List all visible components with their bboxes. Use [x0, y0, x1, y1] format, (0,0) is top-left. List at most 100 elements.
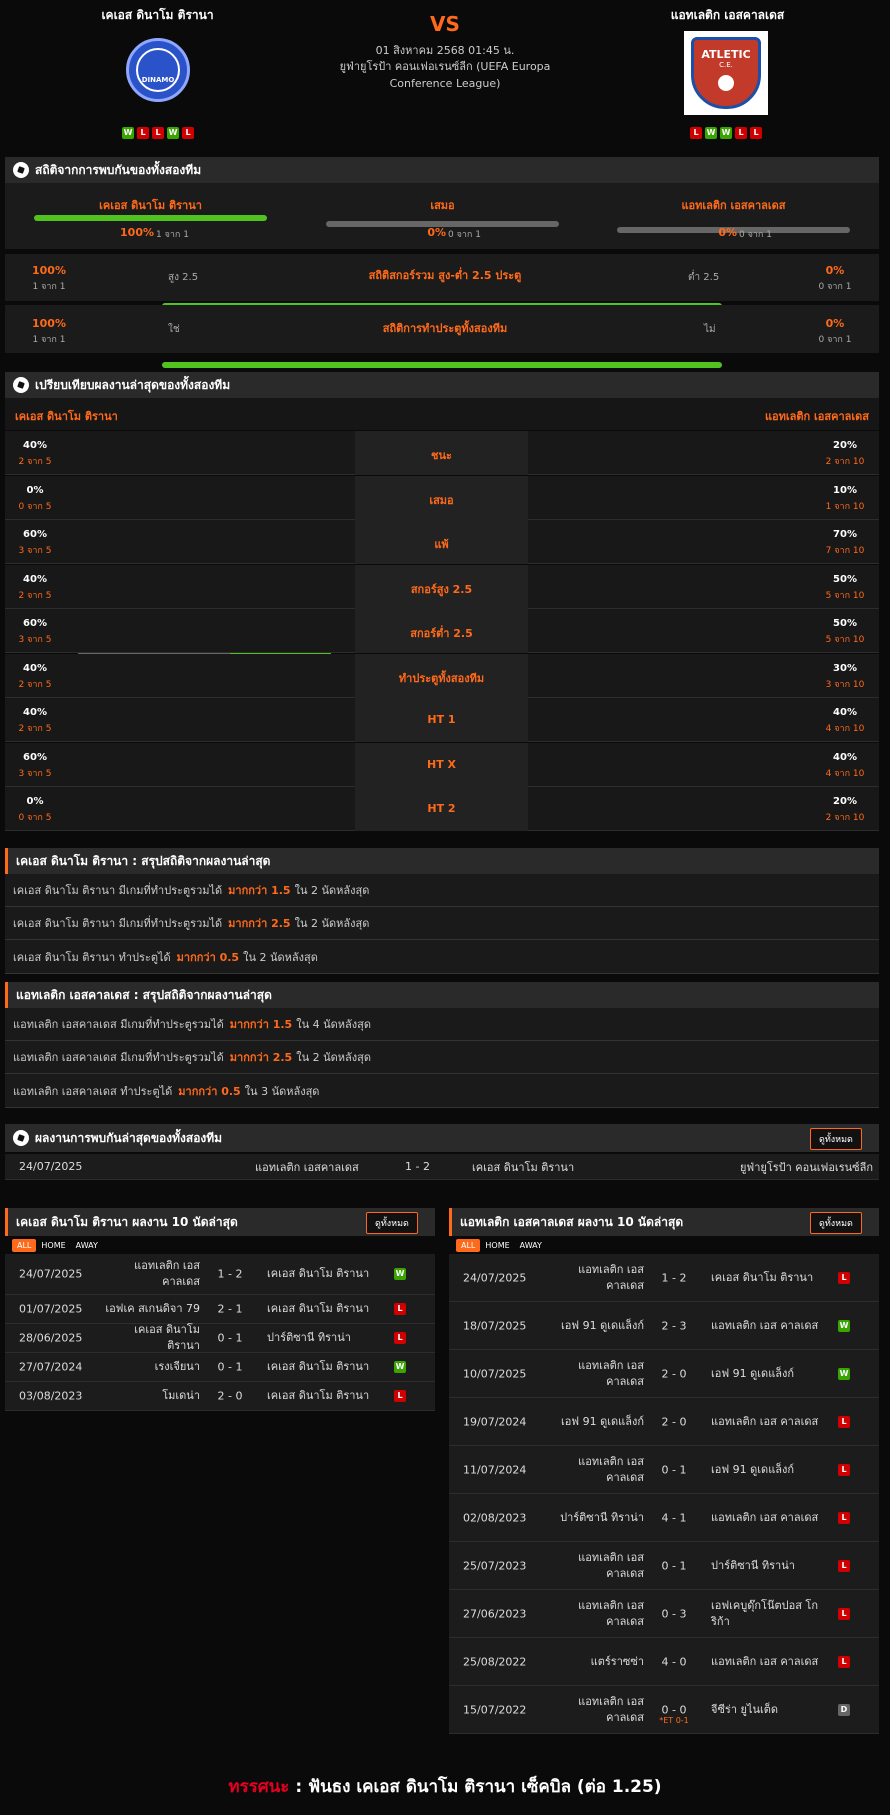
match-row[interactable]: 25/07/2023 แอทเลติก เอส คาลเดส 0 - 1 ปาร์ติ…: [449, 1542, 879, 1590]
form-badge: L: [750, 127, 762, 139]
h2h-view-all-button[interactable]: ดูทั้งหมด: [810, 1128, 862, 1150]
section-title: ผลงานการพบกันล่าสุดของทั้งสองทีม: [35, 1130, 223, 1145]
match-row[interactable]: 15/07/2022 แอทเลติก เอส คาลเดส 0 - 0 *ET 0-…: [449, 1686, 879, 1734]
match-row[interactable]: 25/08/2022 แตร์ราซซ่า 4 - 0 แอทเลติก เอส คา…: [449, 1638, 879, 1686]
match-score: 0 - 1: [661, 1559, 687, 1572]
match-score: 4 - 0: [661, 1655, 687, 1668]
match-row[interactable]: 11/07/2024 แอทเลติก เอส คาลเดส 0 - 1 เอฟ 91…: [449, 1446, 879, 1494]
match-home: แอทเลติก เอสคาลเดส: [255, 1160, 359, 1174]
match-away: เคเอส ดินาโม ติรานา: [267, 1267, 370, 1280]
tab-home[interactable]: HOME: [480, 1239, 514, 1252]
tab-all[interactable]: ALL: [12, 1239, 37, 1252]
match-home: เคเอส ดินาโม ติรานา: [134, 1323, 200, 1352]
match-row[interactable]: 24/07/2025 แอทเลติก เอส คาลเดส 1 - 2 เคเอส …: [5, 1254, 435, 1295]
away-team-name[interactable]: แอทเลติก เอสคาลเดส: [630, 6, 825, 25]
match-score: 2 - 0: [661, 1367, 687, 1380]
compare-home-pct: 60%: [23, 529, 47, 540]
match-row[interactable]: 10/07/2025 แอทเลติก เอส คาลเดส 2 - 0 เอฟ 91…: [449, 1350, 879, 1398]
match-score: 0 - 1: [217, 1331, 243, 1345]
match-row[interactable]: 18/07/2025 เอฟ 91 ดูเดแล็งก์ 2 - 3 แอทเลติก…: [449, 1302, 879, 1350]
h2h-stat-label: เสมอ: [430, 199, 455, 212]
match-away: เคเอส ดินาโม ติรานา: [711, 1270, 814, 1284]
match-date: 03/08/2023: [19, 1389, 83, 1403]
compare-label: ทำประตูทั้งสองทีม: [398, 671, 485, 685]
home-summary-header: เคเอส ดินาโม ติรานา : สรุปสถิติจากผลงานล…: [5, 848, 879, 874]
compare-away-sub: 3 จาก 10: [825, 679, 865, 690]
compare-home-sub: 0 จาก 5: [18, 501, 52, 512]
match-date: 28/06/2025: [19, 1331, 83, 1345]
match-home: เอฟ 91 ดูเดแล็งก์: [560, 1414, 644, 1428]
ou-right-label: ต่ำ 2.5: [688, 272, 720, 283]
result-badge: W: [394, 1268, 406, 1280]
match-row[interactable]: 24/07/2025 แอทเลติก เอส คาลเดส 1 - 2 เคเอส …: [449, 1254, 879, 1302]
match-row[interactable]: 19/07/2024 เอฟ 91 ดูเดแล็งก์ 2 - 0 แอทเลติก…: [449, 1398, 879, 1446]
compare-away-sub: 2 จาก 10: [825, 813, 865, 823]
h2h-result-row[interactable]: 24/07/2025 แอทเลติก เอสคาลเดส 1 - 2 เคเอ…: [5, 1154, 879, 1180]
match-row[interactable]: 27/06/2023 แอทเลติก เอส คาลเดส 0 - 3 เอฟเคบ…: [449, 1590, 879, 1638]
compare-away-pct: 30%: [833, 662, 857, 674]
tab-home[interactable]: HOME: [36, 1239, 70, 1252]
compare-away-pct: 70%: [833, 529, 857, 540]
match-score: 2 - 0: [661, 1415, 687, 1428]
compare-away-sub: 4 จาก 10: [825, 768, 865, 779]
compare-away-pct: 50%: [833, 573, 857, 585]
compare-home-sub: 2 จาก 5: [18, 590, 52, 601]
compare-home-sub: 3 จาก 5: [18, 768, 52, 779]
away-last-view-all-button[interactable]: ดูทั้งหมด: [810, 1212, 862, 1234]
result-badge: L: [838, 1415, 850, 1428]
compare-home-pct: 40%: [23, 707, 47, 718]
home-form-badges: WLLWL: [118, 127, 198, 139]
match-row[interactable]: 27/07/2024 เรงเจียนา 0 - 1 เคเอส ดินาโม ติร…: [5, 1353, 435, 1382]
ou-left-pct: 100%: [32, 264, 66, 277]
home-team-name[interactable]: เคเอส ดินาโม ติรานา: [60, 6, 255, 25]
prediction-tip: ทรรศนะ : ฟันธง เคเอส ดินาโม ติรานา เซ็คบ…: [0, 1773, 890, 1800]
result-badge: L: [838, 1655, 850, 1668]
compare-label: สกอร์ต่ำ 2.5: [410, 627, 473, 640]
match-away: เอฟ 91 ดูเดแล็งก์: [711, 1366, 795, 1380]
section-title: แอทเลติก เอสคาลเดส ผลงาน 10 นัดล่าสุด: [460, 1214, 684, 1229]
summary-text: แอทเลติก เอสคาลเดส มีเกมที่ทำประตูรวมได้: [13, 1018, 224, 1031]
match-home: ปาร์ติซานี ทิราน่า: [560, 1510, 644, 1524]
match-home: เอฟ 91 ดูเดแล็งก์: [560, 1318, 644, 1332]
match-row[interactable]: 02/08/2023 ปาร์ติซานี ทิราน่า 4 - 1 แอทเลติ…: [449, 1494, 879, 1542]
compare-home-sub: 0 จาก 5: [18, 813, 52, 823]
match-row[interactable]: 28/06/2025 เคเอส ดินาโม ติรานา 0 - 1 ปาร์ติ…: [5, 1323, 435, 1353]
match-date: 24/07/2025: [19, 1160, 83, 1173]
compare-subheader: [5, 398, 879, 430]
summary-row: เคเอส ดินาโม ติรานา ทำประตูได้ มากกว่า 0.…: [5, 940, 879, 974]
match-date: 19/07/2024: [463, 1415, 527, 1428]
summary-text: เคเอส ดินาโม ติรานา มีเกมที่ทำประตูรวมได…: [13, 917, 223, 930]
result-badge: D: [838, 1703, 850, 1716]
summary-suffix: ใน 2 นัดหลังสุด: [294, 884, 370, 897]
compare-home-pct: 60%: [23, 751, 47, 763]
compare-home-sub: 3 จาก 5: [18, 546, 52, 556]
soccer-ball-icon: [718, 75, 734, 91]
match-date: 18/07/2025: [463, 1319, 527, 1332]
summary-text: เคเอส ดินาโม ติรานา มีเกมที่ทำประตูรวมได…: [13, 884, 223, 897]
h2h-stats-header: สถิติจากการพบกันของทั้งสองทีม: [5, 157, 879, 183]
match-home: เอฟเค สเกนดิจา 79: [105, 1302, 200, 1315]
result-badge: L: [394, 1303, 406, 1315]
match-row[interactable]: 01/07/2025 เอฟเค สเกนดิจา 79 2 - 1 เคเอส ดิ…: [5, 1295, 435, 1324]
home-last-view-all-button[interactable]: ดูทั้งหมด: [366, 1212, 418, 1234]
match-score: 2 - 3: [661, 1319, 687, 1332]
home-logo: DINAMO: [126, 38, 190, 102]
compare-header: เปรียบเทียบผลงานล่าสุดของทั้งสองทีม: [5, 372, 879, 398]
h2h-stat-sub: 0 จาก 1: [739, 230, 772, 240]
match-row[interactable]: 03/08/2023 โมเดน่า 2 - 0 เคเอส ดินาโม ติราน…: [5, 1382, 435, 1411]
tab-all[interactable]: ALL: [456, 1239, 481, 1252]
compare-home-pct: 0%: [26, 484, 44, 496]
btts-left-pct: 100%: [32, 317, 66, 330]
btts-title: สถิติการทำประตูทั้งสองทีม: [382, 322, 508, 335]
away-logo-text: ATLETIC: [701, 48, 751, 61]
summary-highlight: มากกว่า 2.5: [228, 917, 291, 930]
tab-away[interactable]: AWAY: [71, 1239, 103, 1252]
btts-right-pct: 0%: [825, 317, 845, 330]
tab-away[interactable]: AWAY: [515, 1239, 547, 1252]
match-date: 15/07/2022: [463, 1703, 527, 1716]
ou-left-label: สูง 2.5: [168, 272, 199, 283]
summary-highlight: มากกว่า 0.5: [178, 1084, 241, 1098]
match-date: 11/07/2024: [463, 1463, 527, 1476]
match-score: 2 - 0: [217, 1389, 243, 1403]
compare-label: HT 2: [427, 802, 456, 815]
